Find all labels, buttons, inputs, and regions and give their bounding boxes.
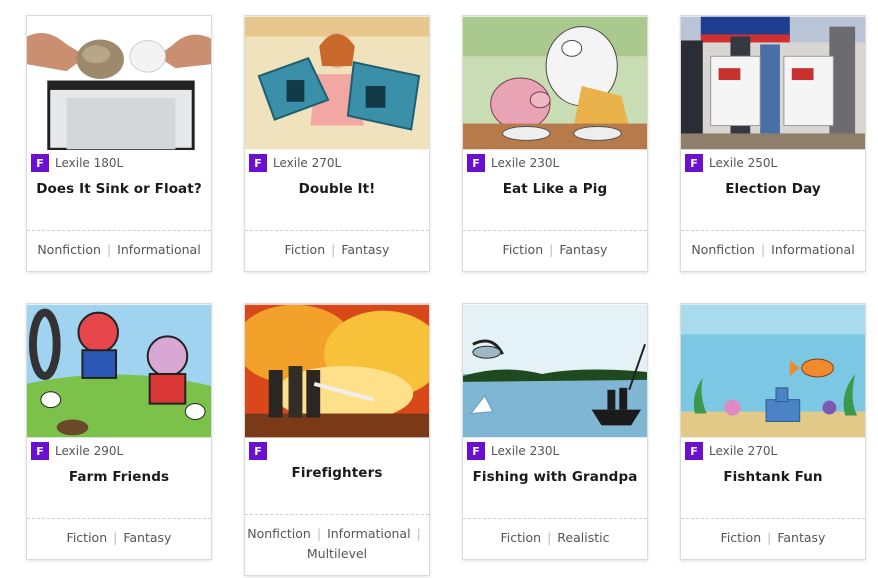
pig-and-poodle-illustration-icon[interactable]: [463, 16, 647, 150]
book-title[interactable]: Election Day: [681, 181, 865, 197]
category-label[interactable]: Fiction: [285, 242, 326, 257]
category-label[interactable]: Fiction: [721, 530, 762, 545]
category-separator: |: [416, 526, 421, 541]
book-card-election-day[interactable]: F Lexile 250L Election Day Nonfiction | In…: [680, 15, 866, 272]
book-title[interactable]: Firefighters: [245, 465, 429, 481]
category-separator: |: [767, 530, 772, 545]
firefighters-photo-icon[interactable]: [245, 304, 429, 438]
book-card-sink-float[interactable]: F Lexile 180L Does It Sink or Float? Non…: [26, 15, 212, 272]
book-meta: F: [245, 438, 429, 464]
book-title[interactable]: Fishtank Fun: [681, 469, 865, 485]
category-separator: |: [106, 242, 112, 257]
category-label[interactable]: Multilevel: [307, 546, 367, 561]
book-meta: F Lexile 230L: [463, 150, 647, 176]
category-label[interactable]: Fantasy: [341, 242, 389, 257]
book-categories: Fiction | Fantasy: [681, 518, 865, 559]
book-categories: Fiction | Realistic: [463, 518, 647, 559]
fishtank-illustration-icon[interactable]: [681, 304, 865, 438]
book-meta: F Lexile 230L: [463, 438, 647, 464]
category-label[interactable]: Fantasy: [559, 242, 607, 257]
format-badge: F: [31, 154, 49, 172]
lexile-level: Lexile 250L: [709, 156, 778, 170]
book-meta: F Lexile 290L: [27, 438, 211, 464]
lexile-level: Lexile 290L: [55, 444, 124, 458]
book-categories: Nonfiction | Informational: [681, 230, 865, 271]
book-meta: F Lexile 180L: [27, 150, 211, 176]
book-categories: Nonfiction | Informational | Multilevel: [245, 514, 429, 575]
book-card-fishing-grandpa[interactable]: F Lexile 230L Fishing with Grandpa Ficti…: [462, 303, 648, 560]
voting-booths-photo-icon[interactable]: [681, 16, 865, 150]
format-badge: F: [467, 442, 485, 460]
book-card-firefighters[interactable]: F Firefighters Nonfiction | Informational |…: [244, 303, 430, 576]
category-label[interactable]: Fantasy: [123, 530, 171, 545]
category-separator: |: [316, 526, 322, 541]
category-label[interactable]: Realistic: [557, 530, 609, 545]
format-badge: F: [685, 154, 703, 172]
category-separator: |: [760, 242, 766, 257]
book-card-farm-friends[interactable]: F Lexile 290L Farm Friends Fiction | Fanta…: [26, 303, 212, 560]
book-meta: F Lexile 270L: [681, 438, 865, 464]
book-categories: Nonfiction | Informational: [27, 230, 211, 271]
category-label[interactable]: Fiction: [67, 530, 108, 545]
farm-animals-cartoon-icon[interactable]: [27, 304, 211, 438]
girl-with-boxes-illustration-icon[interactable]: [245, 16, 429, 150]
book-card-eat-like-pig[interactable]: F Lexile 230L Eat Like a Pig Fiction | Fan…: [462, 15, 648, 272]
book-title[interactable]: Does It Sink or Float?: [27, 181, 211, 197]
lexile-level: Lexile 270L: [273, 156, 342, 170]
format-badge: F: [249, 442, 267, 460]
category-label[interactable]: Informational: [327, 526, 411, 541]
format-badge: F: [249, 154, 267, 172]
category-label[interactable]: Nonfiction: [691, 242, 755, 257]
book-categories: Fiction | Fantasy: [245, 230, 429, 271]
book-card-fishtank-fun[interactable]: F Lexile 270L Fishtank Fun Fiction | Fanta…: [680, 303, 866, 560]
lexile-level: Lexile 180L: [55, 156, 124, 170]
book-title[interactable]: Double It!: [245, 181, 429, 197]
book-title[interactable]: Farm Friends: [27, 469, 211, 485]
book-title[interactable]: Eat Like a Pig: [463, 181, 647, 197]
category-separator: |: [549, 242, 554, 257]
category-label[interactable]: Informational: [771, 242, 855, 257]
fishing-boat-illustration-icon[interactable]: [463, 304, 647, 438]
book-categories: Fiction | Fantasy: [27, 518, 211, 559]
lexile-level: Lexile 230L: [491, 444, 560, 458]
lexile-level: Lexile 230L: [491, 156, 560, 170]
book-card-double-it[interactable]: F Lexile 270L Double It! Fiction | Fantasy: [244, 15, 430, 272]
format-badge: F: [685, 442, 703, 460]
format-badge: F: [31, 442, 49, 460]
book-categories: Fiction | Fantasy: [463, 230, 647, 271]
category-separator: |: [547, 530, 552, 545]
book-meta: F Lexile 250L: [681, 150, 865, 176]
category-label[interactable]: Nonfiction: [37, 242, 101, 257]
category-label[interactable]: Informational: [117, 242, 201, 257]
category-separator: |: [113, 530, 118, 545]
category-label[interactable]: Fantasy: [777, 530, 825, 545]
category-label[interactable]: Fiction: [501, 530, 542, 545]
category-separator: |: [331, 242, 336, 257]
category-label[interactable]: Fiction: [503, 242, 544, 257]
book-title[interactable]: Fishing with Grandpa: [463, 469, 647, 485]
lexile-level: Lexile 270L: [709, 444, 778, 458]
rock-and-paper-photo-icon[interactable]: [27, 16, 211, 150]
category-label[interactable]: Nonfiction: [247, 526, 311, 541]
book-meta: F Lexile 270L: [245, 150, 429, 176]
format-badge: F: [467, 154, 485, 172]
